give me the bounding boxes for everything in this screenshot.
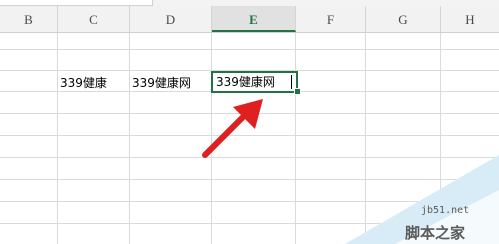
column-header-c[interactable]: C: [58, 6, 130, 32]
watermark-site: jb51.net: [421, 205, 470, 216]
cell-d-value[interactable]: 339健康网: [132, 74, 191, 92]
column-header-d[interactable]: D: [130, 6, 212, 32]
grid-line: [0, 201, 499, 202]
grid-line: [0, 157, 499, 158]
column-header-b[interactable]: B: [0, 6, 58, 32]
column-header-h[interactable]: H: [441, 6, 499, 32]
watermark-name: 脚本之家: [405, 224, 466, 242]
fill-handle[interactable]: [294, 88, 301, 95]
grid-line: [129, 33, 130, 244]
text-cursor: [291, 75, 292, 89]
grid-line: [0, 135, 499, 136]
grid-line: [365, 33, 366, 244]
column-header-f[interactable]: F: [296, 6, 366, 32]
column-header-row: B C D E F G H: [0, 6, 499, 33]
grid-line: [295, 33, 296, 244]
column-header-g[interactable]: G: [366, 6, 441, 32]
column-header-e[interactable]: E: [212, 6, 296, 32]
grid-line: [57, 33, 58, 244]
cell-c-value[interactable]: 339健康: [60, 74, 107, 92]
active-cell[interactable]: 339健康网: [211, 71, 298, 93]
grid-line: [0, 49, 499, 50]
grid-line: [0, 179, 499, 180]
grid-line: [211, 33, 212, 244]
cell-e-value[interactable]: 339健康网: [216, 73, 275, 91]
grid-line: [0, 113, 499, 114]
